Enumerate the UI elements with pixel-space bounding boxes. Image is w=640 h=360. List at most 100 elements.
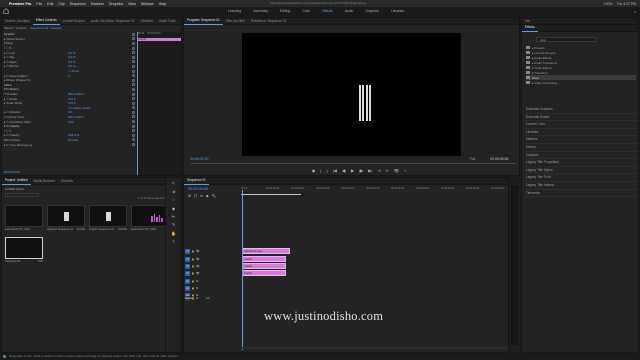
go-to-in-icon[interactable]: |◀ [333,168,337,173]
panel-section-header[interactable]: Legacy Title Actions [525,182,637,190]
reset-parameter-icon[interactable] [132,64,135,68]
go-to-out-icon[interactable]: ▶| [368,168,372,173]
panel-section-header[interactable]: Legacy Title Properties [525,159,637,167]
reset-parameter-icon[interactable] [132,124,135,128]
tab-effect-controls[interactable]: Effect Controls [32,18,60,25]
cropped-graphic[interactable] [359,85,371,121]
mute-icon[interactable]: M [196,296,198,300]
reset-parameter-icon[interactable] [132,51,135,55]
eye-icon[interactable]: 👁 [196,257,200,261]
lock-icon[interactable]: 🔒 [192,280,195,283]
add-marker-icon[interactable]: ◆ [312,168,315,173]
eye-icon[interactable]: 👁 [196,249,200,253]
mute-icon[interactable]: M [196,286,198,290]
mute-icon[interactable]: M [196,279,198,283]
lock-icon[interactable]: 🔒 [192,272,195,275]
project-item-thumbnail[interactable] [5,237,43,259]
project-item-thumbnail[interactable] [131,205,169,227]
tab-effects[interactable]: Effects [522,24,538,32]
workspace-graphics[interactable]: Graphics [359,7,385,16]
tab-media-browser[interactable]: Media Browser [31,178,58,185]
track-target-toggle[interactable]: V1 [185,270,190,276]
tab-title[interactable]: Title: (no title) [223,18,248,25]
reset-parameter-icon[interactable] [132,97,135,101]
panel-section-header[interactable]: Libraries [525,129,637,137]
reset-parameter-icon[interactable] [132,69,135,73]
track-header-v2[interactable]: V2 🔒 👁 [185,263,239,269]
effect-controls-timeline[interactable]: 00:00 00:00:05:00 Graphic [136,32,181,175]
reset-parameter-icon[interactable] [132,138,135,142]
reset-parameter-icon[interactable] [132,37,135,41]
tab-libraries[interactable]: Libraries [58,178,76,185]
timeline-clip[interactable]: Graphic [242,256,286,262]
mark-out-icon[interactable]: } [326,168,327,173]
panel-section-header[interactable]: History [525,144,637,152]
menu-sequence[interactable]: Sequence [70,2,86,6]
reset-parameter-icon[interactable] [132,106,135,110]
panel-section-header[interactable]: Essential Graphics [525,106,637,114]
timeline-clip[interactable]: Graphic [242,270,286,276]
panel-section-header[interactable]: Timecode [525,190,637,198]
menu-clip[interactable]: Clip [58,2,64,6]
panel-section-header[interactable]: Legacy Title Tools [525,174,637,182]
tab-audio-clip-mixer[interactable]: Audio Clip Mixer: Sequence 01 [88,18,138,25]
work-area-bar[interactable] [241,194,301,195]
reset-parameter-icon[interactable] [132,143,135,147]
lock-icon[interactable]: 🔒 [192,297,195,300]
lock-icon[interactable]: 🔒 [192,250,195,253]
pen-tool-icon[interactable]: ✎ [170,222,177,228]
program-viewer[interactable] [242,33,461,156]
ec-clip-bar[interactable]: Graphic [137,38,181,41]
workspaces-overflow-icon[interactable]: » [634,9,636,14]
eye-icon[interactable]: 👁 [196,271,200,275]
eye-icon[interactable]: 👁 [196,264,200,268]
effects-tree-item[interactable]: ▸ Video Transitions [526,80,636,85]
play-icon[interactable]: ▶ [351,168,354,173]
snap-icon[interactable]: ⋂ [194,194,197,198]
reset-parameter-icon[interactable] [132,55,135,59]
timeline-clip[interactable]: Graphic [242,263,286,269]
reset-parameter-icon[interactable] [132,32,135,36]
timeline-ruler[interactable]: 00:00 00:00:00:00 00:00:00:00 00:00:00:00 00… [241,187,517,192]
track-target-toggle[interactable]: V3 [185,256,190,262]
resolution-dropdown[interactable]: Full [470,157,475,161]
lock-icon[interactable]: 🔒 [192,287,195,290]
project-item[interactable]: justinodisho ST_3444 [5,205,43,231]
add-marker-icon[interactable]: ◆ [206,194,209,198]
track-header-v4[interactable]: V4 🔒 👁 [185,248,239,254]
panel-section-header[interactable]: Legacy Title Styles [525,167,637,175]
reset-parameter-icon[interactable] [132,41,135,45]
export-frame-icon[interactable]: 📷 [394,168,399,173]
sequence-clip-label[interactable]: Sequence 01 * Graphic [31,26,62,30]
nest-toggle-icon[interactable]: ⊞ [188,194,191,198]
workspace-learning[interactable]: Learning [222,7,247,16]
reset-parameter-icon[interactable] [132,101,135,105]
master-clip-label[interactable]: Master * Graphic [4,26,27,30]
master-volume-value[interactable]: 0.0 [206,296,210,300]
reset-parameter-icon[interactable] [132,87,135,91]
menu-file[interactable]: File [36,2,42,6]
menu-markers[interactable]: Markers [91,2,104,6]
project-item[interactable]: justinodisho ST_4444 [131,205,169,231]
reset-parameter-icon[interactable] [132,110,135,114]
track-header-a2[interactable]: A2 🔒 M [185,285,239,291]
tab-libraries[interactable]: Libraries [138,18,156,25]
timeline-playhead[interactable] [242,190,243,350]
reset-parameter-icon[interactable] [132,74,135,78]
effect-property-row[interactable]: ▸ fx Time Remapping [2,142,135,147]
linked-selection-icon[interactable]: ⊘ [200,194,203,198]
workspace-assembly[interactable]: Assembly [247,7,274,16]
track-target-toggle[interactable]: V2 [185,263,190,269]
track-target-toggle[interactable]: A2 [185,285,190,291]
selection-tool-icon[interactable]: ▸ [170,180,177,186]
slip-tool-icon[interactable]: ⊢ [170,214,177,220]
reset-parameter-icon[interactable] [132,60,135,64]
track-header-v3[interactable]: V3 🔒 👁 [185,256,239,262]
panel-section-header[interactable]: Markers [525,136,637,144]
project-item-thumbnail[interactable] [5,205,43,227]
reset-parameter-icon[interactable] [132,129,135,133]
tab-source[interactable]: Source: (no clips) [2,18,33,25]
extract-icon[interactable]: ⇤ [386,168,389,173]
project-item[interactable]: Graphic Sequence 01 5:00:00 [89,205,127,231]
ripple-edit-tool-icon[interactable]: ⇔ [170,197,177,203]
